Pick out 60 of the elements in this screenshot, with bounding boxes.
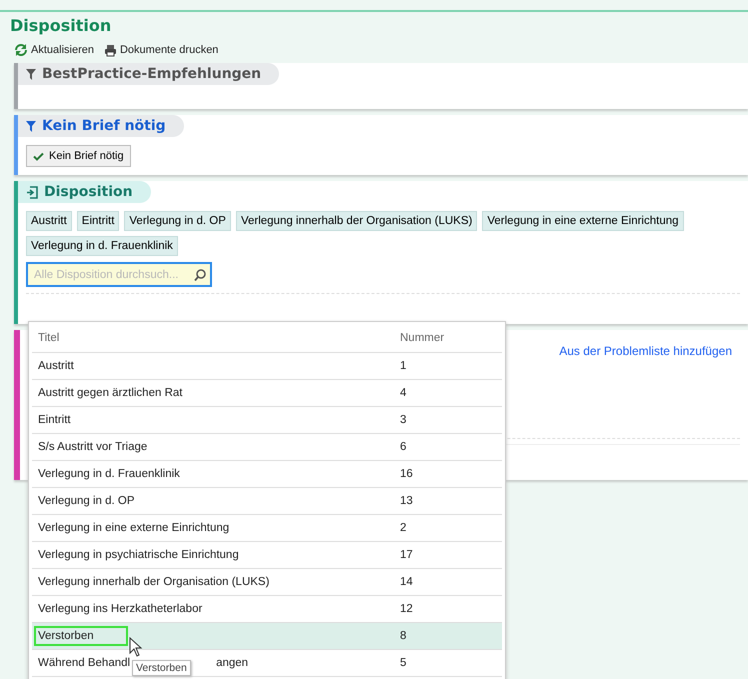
list-row[interactable]: Verlegung in eine externe Einrichtung 2 [32, 515, 502, 542]
section-title: Kein Brief nötig [42, 118, 166, 134]
table-cell: Verlegung in d. OP [38, 495, 135, 507]
table-cell-text: 17 [400, 549, 414, 561]
list-row[interactable]: Verlegung innerhalb der Organisation (LUKS) 14 [32, 569, 502, 596]
table-cell: Verlegung in psychiatrische Einrichtung [38, 549, 239, 561]
table-cell-text: 3 [400, 414, 408, 426]
table-cell: Verlegung ins Herzkatheterlabor [38, 603, 202, 615]
refresh-button[interactable]: Aktualisieren [14, 43, 94, 57]
filter-icon [26, 68, 36, 80]
option-chip[interactable]: Austritt [26, 211, 72, 231]
list-row[interactable]: Verstorben 8 [32, 623, 502, 650]
search-field[interactable]: Alle Disposition durchsuch... [26, 262, 212, 287]
table-cell-text: 8 [400, 630, 408, 642]
table-cell: Verlegung innerhalb der Organisation (LUKS) [38, 576, 270, 588]
search-icon [194, 268, 206, 280]
table-cell-text: 2 [400, 522, 408, 534]
list-row[interactable]: Verlegung in d. Frauenklinik 16 [32, 461, 502, 488]
print-button[interactable]: Dokumente drucken [104, 43, 218, 57]
refresh-icon [14, 43, 28, 57]
table-cell-text: 5 [400, 657, 408, 669]
table-cell-text: 13 [400, 495, 414, 507]
table-cell-text: 16 [400, 468, 414, 480]
column-header: Titel [38, 332, 60, 344]
toggle-button[interactable]: Kein Brief nötig [26, 145, 131, 167]
table-cell: S/s Austritt vor Triage [38, 441, 148, 453]
option-chip[interactable]: Verlegung in eine externe Einrichtung [482, 211, 684, 231]
option-chip[interactable]: Eintritt [76, 211, 120, 231]
table-cell: Verlegung in d. Frauenklinik [38, 468, 180, 480]
list-row[interactable]: S/s Austritt vor Triage 6 [32, 434, 502, 461]
page-title: Disposition [9, 15, 112, 35]
list-row[interactable]: Eintritt 3 [32, 407, 502, 434]
list-row[interactable]: Austritt gegen ärztlichen Rat 4 [32, 380, 502, 407]
table-cell: Eintritt [38, 414, 71, 426]
table-cell-text: 4 [400, 387, 408, 399]
exit-icon [26, 186, 38, 198]
printer-icon [104, 44, 117, 56]
section-title: BestPractice-Empfehlungen [42, 66, 262, 82]
section-title: Disposition [44, 184, 133, 200]
filter-icon [26, 120, 36, 132]
table-cell: Austritt gegen ärztlichen Rat [38, 387, 182, 399]
list-row[interactable]: Verlegung in psychiatrische Einrichtung 17 [32, 542, 502, 569]
table-cell-text: 6 [400, 441, 408, 453]
table-cell: Während Behandl [38, 657, 130, 669]
option-chip[interactable]: Verlegung in d. OP [124, 211, 231, 231]
table-cell-text: 12 [400, 603, 414, 615]
list-row[interactable]: Austritt 1 [32, 353, 502, 380]
list-row[interactable]: Verlegung in d. OP 13 [32, 488, 502, 515]
tooltip: Verstorben [132, 660, 191, 676]
table-cell-text: 14 [400, 576, 414, 588]
table-cell: Verlegung in eine externe Einrichtung [38, 522, 230, 534]
table-cell: angen [216, 657, 248, 669]
add-link[interactable]: Aus der Problemliste hinzufügen [559, 344, 732, 358]
cursor-icon [129, 637, 143, 657]
table-cell: Austritt [38, 360, 74, 372]
check-icon [33, 152, 44, 160]
column-header: Nummer [400, 332, 446, 344]
option-chip[interactable]: Verlegung innerhalb der Organisation (LUKS) [236, 211, 478, 231]
table-cell-text: 1 [400, 360, 408, 372]
option-chip[interactable]: Verlegung in d. Frauenklinik [26, 236, 178, 256]
